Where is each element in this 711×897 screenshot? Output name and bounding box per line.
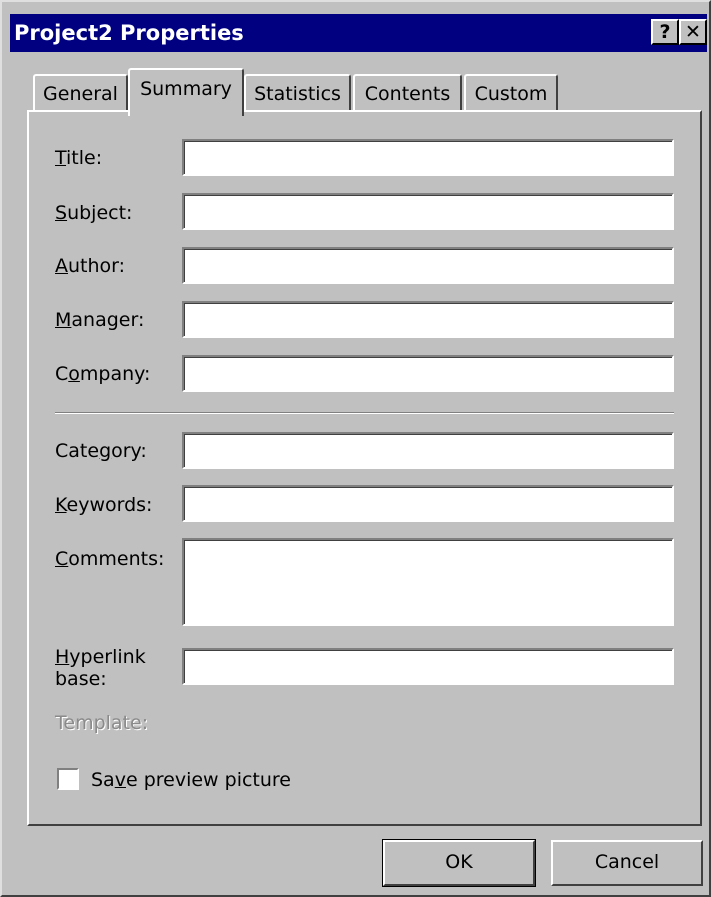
cancel-button[interactable]: Cancel xyxy=(551,840,703,886)
subject-label: Subject: xyxy=(55,202,133,224)
keywords-label: Keywords: xyxy=(55,494,153,516)
close-button[interactable]: ✕ xyxy=(679,19,707,45)
author-field[interactable] xyxy=(182,247,674,284)
author-label: Author: xyxy=(55,255,126,277)
title-bar[interactable]: Project2 Properties ? ✕ xyxy=(10,14,707,52)
save-preview-checkbox[interactable] xyxy=(57,768,79,790)
company-field[interactable] xyxy=(182,355,674,392)
hyperlink-base-label: Hyperlink base: xyxy=(55,646,146,690)
keywords-field[interactable] xyxy=(182,485,674,522)
manager-label: Manager: xyxy=(55,309,145,331)
ok-button[interactable]: OK xyxy=(382,839,536,887)
hyperlink-base-field[interactable] xyxy=(182,648,674,685)
title-field[interactable] xyxy=(182,139,674,176)
comments-label: Comments: xyxy=(55,548,165,570)
subject-field[interactable] xyxy=(182,193,674,230)
tab-summary[interactable]: Summary xyxy=(128,68,244,116)
comments-field[interactable] xyxy=(182,538,674,626)
save-preview-label[interactable]: Save preview picture xyxy=(91,768,291,792)
company-label: Company: xyxy=(55,363,151,385)
properties-dialog: Project2 Properties ? ✕ General Summary … xyxy=(0,0,711,897)
category-label: Category: xyxy=(55,440,147,462)
tab-statistics[interactable]: Statistics xyxy=(244,74,351,112)
title-label: Title: xyxy=(55,147,103,169)
tab-custom[interactable]: Custom xyxy=(464,74,558,112)
section-divider xyxy=(55,412,674,414)
window-title: Project2 Properties xyxy=(14,21,244,45)
help-button[interactable]: ? xyxy=(651,19,679,45)
manager-field[interactable] xyxy=(182,301,674,338)
tab-contents[interactable]: Contents xyxy=(353,74,462,112)
template-label: Template: xyxy=(55,712,149,734)
tab-general[interactable]: General xyxy=(33,74,128,112)
category-field[interactable] xyxy=(182,432,674,469)
